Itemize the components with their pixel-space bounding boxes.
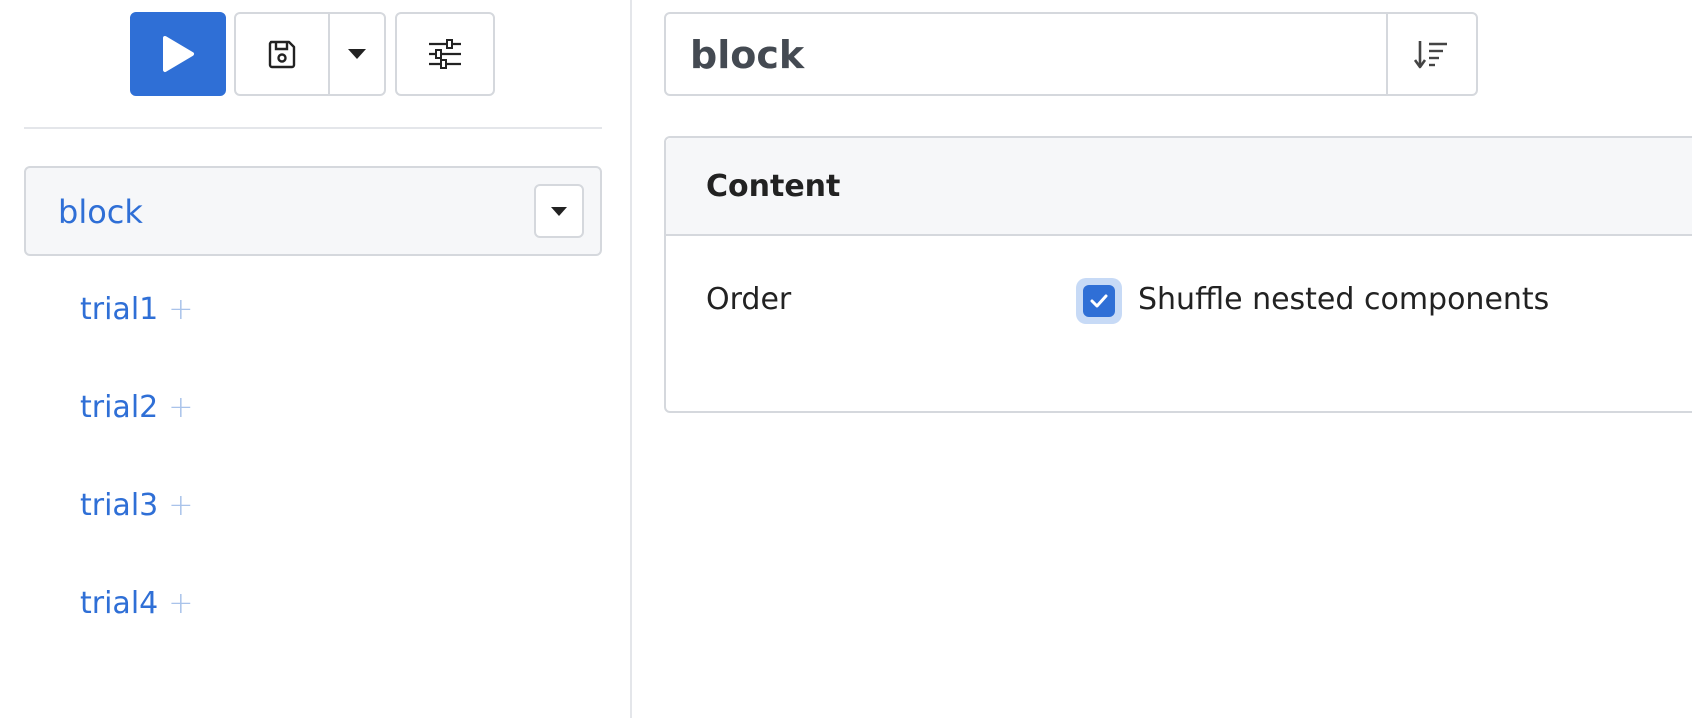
tree-root-menu-button[interactable] (534, 184, 584, 238)
order-label: Order (706, 282, 792, 317)
play-icon (163, 36, 194, 72)
save-button-group (234, 12, 386, 96)
sidebar: block trial1 + trial2 + trial3 + trial4 … (0, 0, 632, 718)
add-icon[interactable]: + (168, 290, 193, 330)
check-icon (1090, 294, 1108, 308)
sort-button[interactable] (1386, 14, 1476, 94)
sliders-icon (429, 39, 461, 69)
shuffle-checkbox[interactable] (1076, 278, 1122, 324)
save-icon (268, 40, 296, 69)
tree-item-trial2[interactable]: trial2 + (80, 386, 193, 430)
tree-item-trial3[interactable]: trial3 + (80, 484, 193, 528)
save-button[interactable] (236, 14, 330, 94)
tree-item-label[interactable]: trial4 (80, 584, 158, 624)
shuffle-checkbox-label[interactable]: Shuffle nested components (1138, 280, 1549, 320)
tree-item-trial1[interactable]: trial1 + (80, 288, 193, 332)
content-panel: Content Order Shuffle nested components (664, 136, 1692, 413)
component-title[interactable]: block (690, 32, 804, 78)
tree-item-label[interactable]: trial2 (80, 388, 158, 428)
checkbox-box[interactable] (1083, 285, 1115, 317)
tree-item-label[interactable]: trial3 (80, 486, 158, 526)
caret-down-icon (348, 49, 366, 59)
add-icon[interactable]: + (168, 388, 193, 428)
tree-root[interactable]: block (24, 166, 602, 256)
sidebar-divider (24, 127, 602, 129)
settings-button[interactable] (395, 12, 495, 96)
panel-title: Content (706, 168, 841, 204)
run-button[interactable] (130, 12, 226, 96)
component-title-field[interactable]: block (664, 12, 1478, 96)
add-icon[interactable]: + (168, 486, 193, 526)
save-menu-button[interactable] (330, 14, 384, 94)
panel-header: Content (666, 138, 1692, 236)
sort-descending-icon (1414, 41, 1447, 69)
tree-root-label[interactable]: block (58, 192, 143, 232)
add-icon[interactable]: + (168, 584, 193, 624)
tree-item-label[interactable]: trial1 (80, 290, 158, 330)
tree-item-trial4[interactable]: trial4 + (80, 582, 193, 626)
caret-down-icon (551, 206, 567, 216)
